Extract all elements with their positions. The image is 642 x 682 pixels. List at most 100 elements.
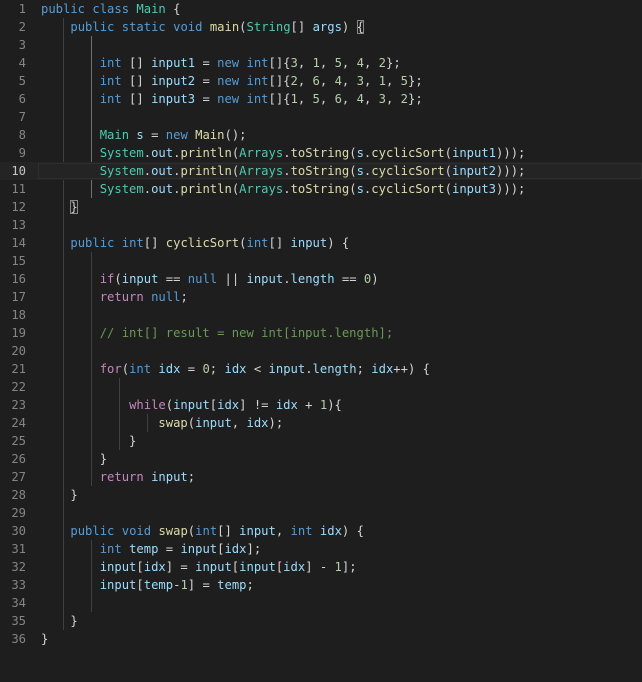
code-line[interactable]: 30 public void swap(int[] input, int idx… bbox=[0, 522, 642, 540]
code-line[interactable]: 20 bbox=[0, 342, 642, 360]
punctuation: } bbox=[41, 632, 49, 646]
line-code: input[idx] = input[input[idx] - 1]; bbox=[41, 558, 357, 576]
code-line[interactable]: 31 int temp = input[idx]; bbox=[0, 540, 642, 558]
code-line[interactable]: 14 public int[] cyclicSort(int[] input) … bbox=[0, 234, 642, 252]
line-number: 3 bbox=[18, 38, 26, 52]
punctuation bbox=[41, 146, 100, 160]
type-name: Arrays bbox=[239, 146, 284, 160]
punctuation: < bbox=[246, 362, 269, 376]
line-number: 5 bbox=[18, 74, 26, 88]
line-code: Main s = new Main(); bbox=[41, 126, 247, 144]
code-line[interactable]: 9 System.out.println(Arrays.toString(s.c… bbox=[0, 144, 642, 162]
punctuation: ( bbox=[239, 20, 247, 34]
keyword: new bbox=[217, 92, 240, 106]
punctuation: , bbox=[319, 92, 335, 106]
code-line[interactable]: 19 // int[] result = new int[input.lengt… bbox=[0, 324, 642, 342]
code-line[interactable]: 8 Main s = new Main(); bbox=[0, 126, 642, 144]
code-line[interactable]: 29 bbox=[0, 504, 642, 522]
comment: // int[] result = new int[input.length]; bbox=[99, 326, 394, 340]
keyword: new bbox=[165, 128, 188, 142]
punctuation: ++) { bbox=[393, 362, 430, 376]
punctuation bbox=[41, 20, 70, 34]
code-line[interactable]: 26 } bbox=[0, 450, 642, 468]
punctuation: }; bbox=[408, 92, 423, 106]
number-literal: 1 bbox=[180, 578, 188, 592]
code-line[interactable]: 21 for(int idx = 0; idx < input.length; … bbox=[0, 360, 642, 378]
variable: input2 bbox=[151, 74, 196, 88]
code-line[interactable]: 7 bbox=[0, 108, 642, 126]
code-line[interactable]: 32 input[idx] = input[input[idx] - 1]; bbox=[0, 558, 642, 576]
punctuation: ; bbox=[246, 578, 254, 592]
code-line[interactable]: 5 int [] input2 = new int[]{2, 6, 4, 3, … bbox=[0, 72, 642, 90]
code-line[interactable]: 27 return input; bbox=[0, 468, 642, 486]
punctuation: { bbox=[165, 2, 181, 16]
keyword: int bbox=[99, 92, 122, 106]
line-code: public class Main { bbox=[41, 0, 180, 18]
punctuation: ; bbox=[187, 470, 196, 484]
code-line[interactable]: 36} bbox=[0, 630, 642, 648]
code-line[interactable]: 10 System.out.println(Arrays.toString(s.… bbox=[0, 162, 642, 180]
punctuation bbox=[41, 362, 100, 376]
variable: length bbox=[312, 362, 357, 376]
type-name: Arrays bbox=[239, 164, 284, 178]
code-line[interactable]: 12 } bbox=[0, 198, 642, 216]
code-line[interactable]: 2 public static void main(String[] args)… bbox=[0, 18, 642, 36]
keyword: new bbox=[217, 74, 240, 88]
code-line[interactable]: 25 } bbox=[0, 432, 642, 450]
code-line[interactable]: 11 System.out.println(Arrays.toString(s.… bbox=[0, 180, 642, 198]
line-number: 32 bbox=[11, 560, 26, 574]
line-code: while(input[idx] != idx + 1){ bbox=[41, 396, 342, 414]
punctuation bbox=[41, 236, 70, 250]
punctuation: , bbox=[297, 92, 313, 106]
punctuation: , bbox=[385, 92, 401, 106]
code-line[interactable]: 6 int [] input3 = new int[]{1, 5, 6, 4, … bbox=[0, 90, 642, 108]
function-name: println bbox=[180, 146, 232, 160]
punctuation: , bbox=[319, 56, 335, 70]
code-line[interactable]: 18 bbox=[0, 306, 642, 324]
code-line[interactable]: 15 bbox=[0, 252, 642, 270]
keyword: int bbox=[195, 524, 218, 538]
line-code: } bbox=[41, 450, 107, 468]
line-number: 4 bbox=[18, 56, 26, 70]
punctuation: . bbox=[143, 182, 152, 196]
code-line[interactable]: 13 bbox=[0, 216, 642, 234]
code-line[interactable]: 34 bbox=[0, 594, 642, 612]
number-literal: 1 bbox=[378, 74, 386, 88]
punctuation: }; bbox=[385, 56, 401, 70]
code-editor[interactable]: 1 public class Main {2 public static void… bbox=[0, 0, 642, 682]
punctuation: ; bbox=[209, 362, 225, 376]
code-line[interactable]: 35 } bbox=[0, 612, 642, 630]
keyword: public bbox=[70, 236, 115, 250]
variable: input bbox=[195, 416, 232, 430]
code-line[interactable]: 22 bbox=[0, 378, 642, 396]
keyword: new bbox=[217, 56, 240, 70]
punctuation: [ bbox=[136, 560, 144, 574]
variable: idx bbox=[143, 560, 166, 574]
variable: idx bbox=[275, 398, 298, 412]
number-literal: 4 bbox=[356, 56, 364, 70]
punctuation: ( bbox=[349, 164, 357, 178]
line-number: 2 bbox=[18, 20, 26, 34]
keyword: int bbox=[290, 524, 313, 538]
code-line[interactable]: 3 bbox=[0, 36, 642, 54]
punctuation: ) bbox=[371, 272, 379, 286]
code-line[interactable]: 28 } bbox=[0, 486, 642, 504]
code-line[interactable]: 1 public class Main { bbox=[0, 0, 642, 18]
line-number: 17 bbox=[11, 290, 26, 304]
code-line[interactable]: 33 input[temp-1] = temp; bbox=[0, 576, 642, 594]
line-code: System.out.println(Arrays.toString(s.cyc… bbox=[41, 144, 526, 162]
punctuation: []{ bbox=[268, 56, 291, 70]
variable: input bbox=[290, 236, 328, 250]
line-code: int [] input3 = new int[]{1, 5, 6, 4, 3,… bbox=[41, 90, 423, 108]
punctuation: = bbox=[158, 542, 181, 556]
line-code: // int[] result = new int[input.length]; bbox=[41, 324, 394, 342]
code-line[interactable]: 4 int [] input1 = new int[]{3, 1, 5, 4, … bbox=[0, 54, 642, 72]
line-number: 34 bbox=[11, 596, 26, 610]
code-line[interactable]: 17 return null; bbox=[0, 288, 642, 306]
punctuation: ]; bbox=[341, 560, 357, 574]
punctuation: ] = bbox=[165, 560, 196, 574]
code-line[interactable]: 23 while(input[idx] != idx + 1){ bbox=[0, 396, 642, 414]
code-line[interactable]: 24 swap(input, idx); bbox=[0, 414, 642, 432]
line-number: 26 bbox=[11, 452, 26, 466]
code-line[interactable]: 16 if(input == null || input.length == 0… bbox=[0, 270, 642, 288]
